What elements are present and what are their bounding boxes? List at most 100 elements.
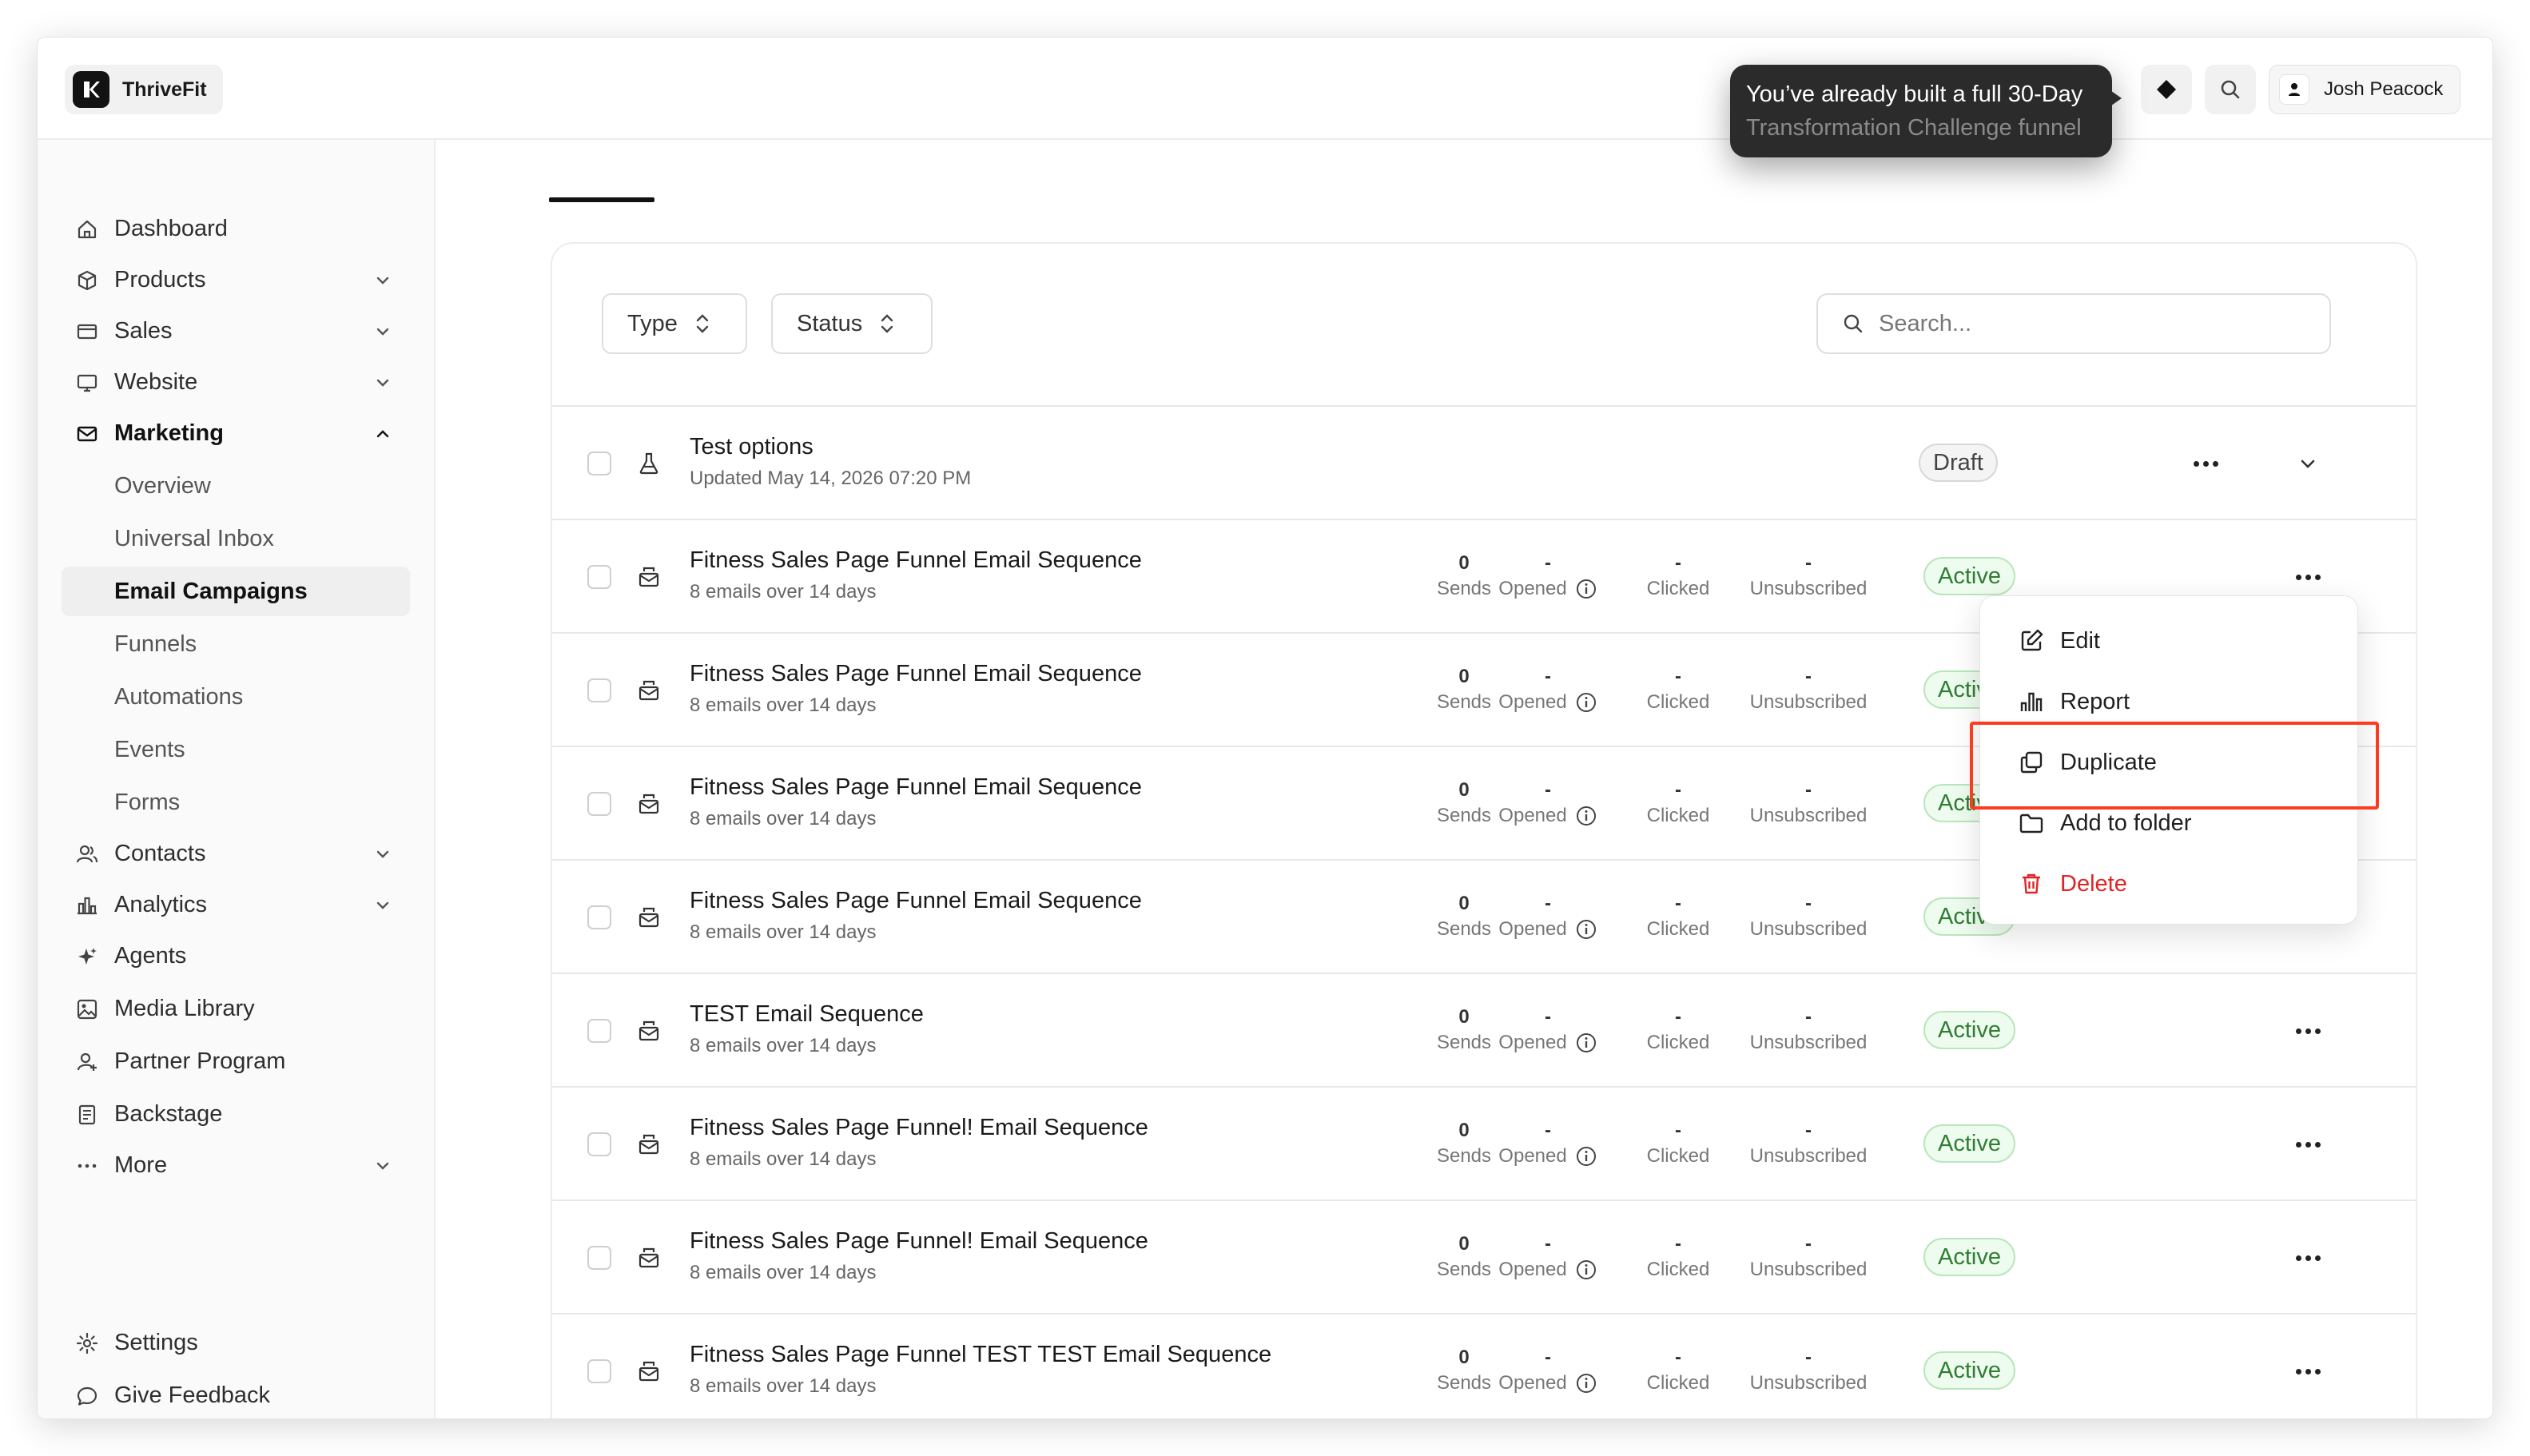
sidebar-item-partner-program[interactable]: Partner Program xyxy=(62,1036,410,1086)
type-filter[interactable]: Type xyxy=(602,293,747,354)
opened-value: - xyxy=(1545,552,1551,574)
info-icon[interactable] xyxy=(1575,918,1597,941)
sidebar-subitem-email-campaigns[interactable]: Email Campaigns xyxy=(62,567,410,616)
row-title[interactable]: Fitness Sales Page Funnel! Email Sequenc… xyxy=(690,1228,1148,1255)
flask-icon xyxy=(639,452,658,475)
sidebar-subitem-forms[interactable]: Forms xyxy=(62,778,410,827)
row-title[interactable]: Fitness Sales Page Funnel Email Sequence xyxy=(690,547,1142,574)
tooltip-arrow xyxy=(2106,87,2122,109)
sidebar-item-dashboard[interactable]: Dashboard xyxy=(62,204,410,253)
monitor-icon xyxy=(77,374,97,392)
sidebar-subitem-events[interactable]: Events xyxy=(62,725,410,774)
row-checkbox[interactable] xyxy=(587,678,611,702)
row-checkbox[interactable] xyxy=(587,1019,611,1043)
opened-label: Opened xyxy=(1498,918,1567,940)
chevron-up-icon xyxy=(376,430,389,438)
row-more-button[interactable] xyxy=(2288,1017,2328,1044)
row-more-button[interactable] xyxy=(2186,450,2226,477)
menu-item-report[interactable]: Report xyxy=(1980,671,2357,732)
info-icon[interactable] xyxy=(1575,1145,1597,1168)
table-row[interactable]: Test options Updated May 14, 2026 07:20 … xyxy=(552,405,2416,519)
row-checkbox[interactable] xyxy=(587,452,611,475)
mail-icon xyxy=(77,426,97,442)
status-filter[interactable]: Status xyxy=(771,293,933,354)
row-checkbox[interactable] xyxy=(587,565,611,589)
row-checkbox[interactable] xyxy=(587,905,611,929)
info-icon[interactable] xyxy=(1575,1372,1597,1394)
info-icon[interactable] xyxy=(1575,691,1597,714)
clicked-metric: - Clicked xyxy=(1618,549,1738,600)
sidebar-item-more[interactable]: More xyxy=(62,1140,410,1190)
row-more-button[interactable] xyxy=(2288,563,2328,591)
sidebar-subitem-automations[interactable]: Automations xyxy=(62,672,410,722)
row-title[interactable]: Fitness Sales Page Funnel Email Sequence xyxy=(690,774,1142,801)
row-title[interactable]: Fitness Sales Page Funnel TEST TEST Emai… xyxy=(690,1342,1271,1368)
opened-metric: - Opened xyxy=(1468,1230,1628,1281)
row-more-button[interactable] xyxy=(2288,1244,2328,1271)
sidebar-item-backstage[interactable]: Backstage xyxy=(62,1089,410,1139)
sidebar-item-agents[interactable]: Agents xyxy=(62,931,410,981)
row-title[interactable]: Fitness Sales Page Funnel Email Sequence xyxy=(690,661,1142,687)
row-more-button[interactable] xyxy=(2288,1358,2328,1385)
sidebar-item-products[interactable]: Products xyxy=(62,255,410,304)
sidebar-subitem-universal-inbox[interactable]: Universal Inbox xyxy=(62,514,410,563)
sidebar-item-media-library[interactable]: Media Library xyxy=(62,984,410,1033)
row-more-button[interactable] xyxy=(2288,1131,2328,1158)
unsubscribed-label: Unsubscribed xyxy=(1749,1145,1868,1167)
sidebar-item-analytics[interactable]: Analytics xyxy=(62,880,410,929)
chevron-down-icon xyxy=(376,850,389,858)
sidebar-item-label: Settings xyxy=(114,1329,198,1355)
diamond-icon xyxy=(2157,80,2176,99)
row-title[interactable]: Test options xyxy=(690,434,813,460)
clicked-label: Clicked xyxy=(1646,918,1710,940)
sidebar-item-contacts[interactable]: Contacts xyxy=(62,829,410,878)
menu-item-edit[interactable]: Edit xyxy=(1980,611,2357,671)
user-menu[interactable]: Josh Peacock xyxy=(2269,65,2460,114)
opened-value: - xyxy=(1545,666,1551,687)
row-subtitle: 8 emails over 14 days xyxy=(690,1375,877,1397)
row-checkbox[interactable] xyxy=(587,1132,611,1156)
sidebar-item-label: Website xyxy=(114,368,198,395)
unsubscribed-value: - xyxy=(1805,1233,1812,1255)
chevron-down-icon[interactable] xyxy=(2297,453,2318,474)
sidebar-item-website[interactable]: Website xyxy=(62,357,410,407)
brand-switcher[interactable]: ThriveFit xyxy=(65,65,223,114)
table-row[interactable]: TEST Email Sequence 8 emails over 14 day… xyxy=(552,973,2416,1086)
sidebar-item-marketing[interactable]: Marketing xyxy=(62,408,410,458)
sidebar-item-label: Analytics xyxy=(114,891,208,917)
search-input[interactable]: Search... xyxy=(1816,293,2331,354)
opened-metric: - Opened xyxy=(1468,1343,1628,1394)
menu-item-delete[interactable]: Delete xyxy=(1980,853,2357,914)
row-checkbox[interactable] xyxy=(587,792,611,816)
info-icon[interactable] xyxy=(1575,578,1597,600)
row-checkbox[interactable] xyxy=(587,1359,611,1383)
sidebar-item-give-feedback[interactable]: Give Feedback xyxy=(62,1370,410,1418)
table-row[interactable]: Fitness Sales Page Funnel! Email Sequenc… xyxy=(552,1199,2416,1313)
table-row[interactable]: Fitness Sales Page Funnel! Email Sequenc… xyxy=(552,1086,2416,1199)
row-title[interactable]: TEST Email Sequence xyxy=(690,1001,924,1028)
search-placeholder: Search... xyxy=(1879,310,1972,336)
row-title[interactable]: Fitness Sales Page Funnel Email Sequence xyxy=(690,888,1142,914)
dot xyxy=(2295,1255,2301,1261)
sidebar-subitem-funnels[interactable]: Funnels xyxy=(62,619,410,669)
row-subtitle: 8 emails over 14 days xyxy=(690,1035,877,1056)
row-title[interactable]: Fitness Sales Page Funnel! Email Sequenc… xyxy=(690,1115,1148,1141)
more-icon xyxy=(78,1164,97,1168)
sidebar-subitem-overview[interactable]: Overview xyxy=(62,461,410,511)
search-button[interactable] xyxy=(2205,65,2256,114)
info-icon[interactable] xyxy=(1575,1259,1597,1281)
dot xyxy=(2295,1028,2301,1034)
app-window: ThriveFit You’ve already built a full 30… xyxy=(37,37,2493,1419)
info-icon[interactable] xyxy=(1575,805,1597,827)
sidebar-item-label: Marketing xyxy=(114,420,224,446)
dot xyxy=(2305,1368,2311,1374)
sidebar-item-sales[interactable]: Sales xyxy=(62,306,410,356)
search-icon xyxy=(1844,314,1863,333)
row-checkbox[interactable] xyxy=(587,1246,611,1270)
info-icon[interactable] xyxy=(1575,1032,1597,1054)
diamond-button[interactable] xyxy=(2141,65,2192,114)
sidebar-item-settings[interactable]: Settings xyxy=(62,1318,410,1367)
table-row[interactable]: Fitness Sales Page Funnel TEST TEST Emai… xyxy=(552,1313,2416,1418)
menu-item-duplicate[interactable]: Duplicate xyxy=(1980,732,2357,793)
menu-item-add-to-folder[interactable]: Add to folder xyxy=(1980,793,2357,853)
